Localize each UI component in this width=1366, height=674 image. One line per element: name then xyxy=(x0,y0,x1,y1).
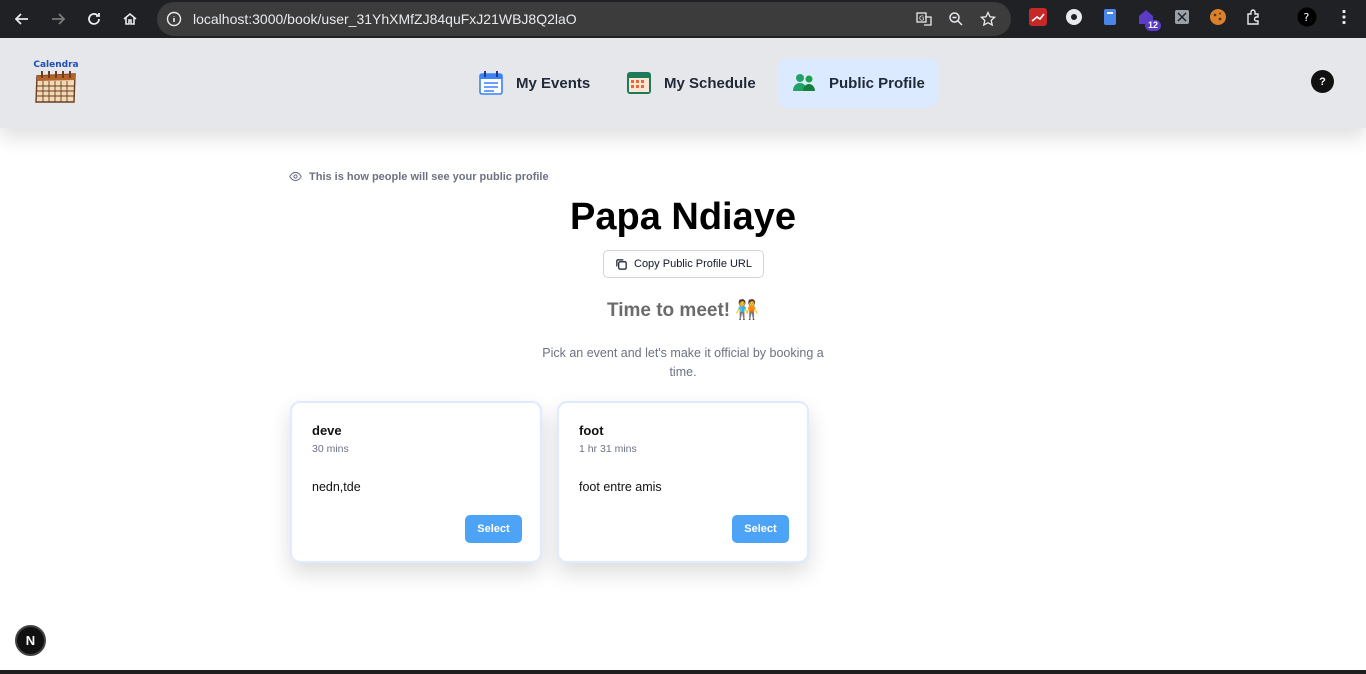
zoom-icon[interactable] xyxy=(945,8,967,30)
meet-title: Time to meet! 🧑‍🤝‍🧑 xyxy=(606,300,760,321)
event-duration: 1 hr 31 mins xyxy=(579,443,637,455)
app-logo[interactable]: Calendra xyxy=(32,60,80,104)
public-profile-notice: This is how people will see your public … xyxy=(289,170,549,183)
extension-badge-icon[interactable]: 12 xyxy=(1135,6,1161,31)
notice-text: This is how people will see your public … xyxy=(309,170,549,183)
copy-icon xyxy=(616,258,627,270)
extension-chart-icon[interactable] xyxy=(1027,6,1049,28)
address-bar[interactable]: localhost:3000/book/user_31YhXMfZJ84quFx… xyxy=(157,2,1011,36)
svg-text:?: ? xyxy=(1304,11,1310,24)
extension-circle-icon[interactable] xyxy=(1063,6,1085,28)
select-event-button[interactable]: Select xyxy=(465,515,522,543)
calendar-logo-icon xyxy=(35,71,76,103)
copy-button-label: Copy Public Profile URL xyxy=(634,258,752,270)
svg-text:G: G xyxy=(919,15,924,23)
profile-icon[interactable]: ? xyxy=(1296,6,1318,28)
event-card: deve 30 mins nedn,tde Select xyxy=(290,401,542,563)
select-event-button[interactable]: Select xyxy=(732,515,789,543)
event-title: deve xyxy=(312,423,342,438)
bottom-edge xyxy=(0,670,1366,674)
people-icon xyxy=(791,70,817,96)
app-header: Calendra My Events My Schedule Public Pr… xyxy=(0,38,1366,128)
event-title: foot xyxy=(579,423,604,438)
event-description: foot entre amis xyxy=(579,480,662,494)
reload-icon[interactable] xyxy=(80,5,108,33)
nav-public-profile[interactable]: Public Profile xyxy=(777,58,939,108)
eye-icon xyxy=(289,171,302,182)
site-info-icon[interactable] xyxy=(165,10,183,28)
copy-profile-url-button[interactable]: Copy Public Profile URL xyxy=(603,250,764,278)
calendar-list-icon xyxy=(478,70,504,96)
extension-docs-icon[interactable] xyxy=(1099,6,1121,28)
nextjs-dev-indicator[interactable]: N xyxy=(15,625,46,656)
translate-icon[interactable]: G xyxy=(913,8,935,30)
nav-my-schedule[interactable]: My Schedule xyxy=(612,58,770,108)
bookmark-star-icon[interactable] xyxy=(977,8,999,30)
nav-my-events[interactable]: My Events xyxy=(464,58,604,108)
event-duration: 30 mins xyxy=(312,443,349,455)
event-card: foot 1 hr 31 mins foot entre amis Select xyxy=(557,401,809,563)
extension-cookie-icon[interactable] xyxy=(1207,6,1229,28)
profile-name: Papa Ndiaye xyxy=(570,196,796,238)
meet-subtitle: Pick an event and let's make it official… xyxy=(542,346,824,379)
browser-toolbar: localhost:3000/book/user_31YhXMfZJ84quFx… xyxy=(0,0,1366,38)
event-description: nedn,tde xyxy=(312,480,361,494)
forward-icon[interactable] xyxy=(44,5,72,33)
extensions-puzzle-icon[interactable] xyxy=(1243,6,1265,28)
extension-gray-icon[interactable] xyxy=(1171,6,1193,28)
menu-kebab-icon[interactable] xyxy=(1333,6,1355,28)
calendar-grid-icon xyxy=(626,70,652,96)
back-icon[interactable] xyxy=(8,5,36,33)
user-avatar[interactable]: ? xyxy=(1311,70,1334,93)
home-icon[interactable] xyxy=(116,5,144,33)
url-text: localhost:3000/book/user_31YhXMfZJ84quFx… xyxy=(193,11,577,27)
